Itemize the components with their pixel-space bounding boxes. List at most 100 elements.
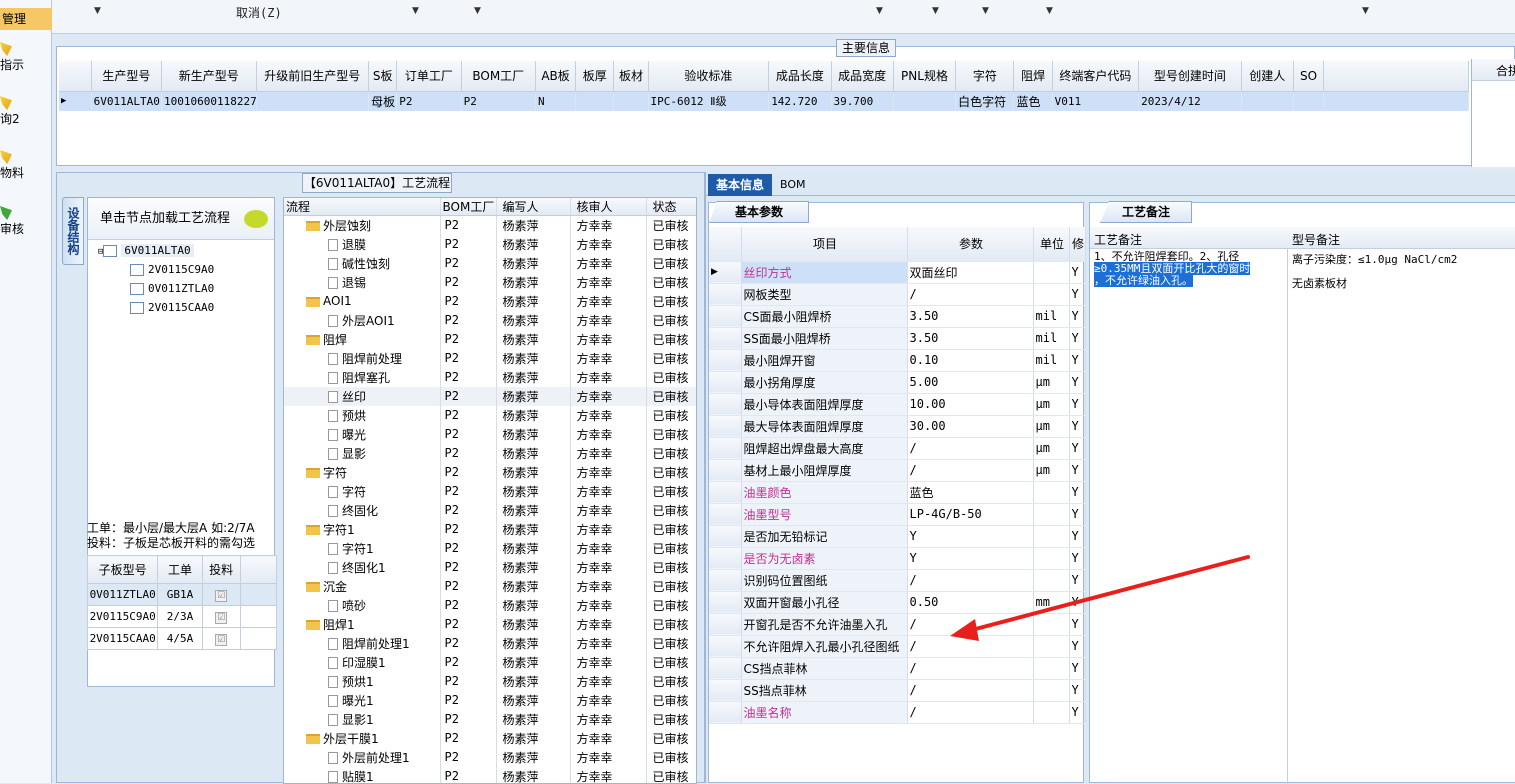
- col-header[interactable]: 订单工厂: [397, 61, 461, 91]
- param-row[interactable]: 最小阻焊开窗0.10milY: [709, 349, 1085, 371]
- table-row[interactable]: 退膜P2杨素萍方幸幸已审核: [284, 235, 696, 254]
- chat-bubble-icon[interactable]: [244, 210, 268, 228]
- tree-node[interactable]: 2V0115C9A0: [130, 263, 214, 276]
- dropdown-arrow-icon[interactable]: ▼: [474, 6, 481, 16]
- table-row[interactable]: 退锡P2杨素萍方幸幸已审核: [284, 273, 696, 292]
- tab-basic-params[interactable]: 基本参数: [709, 201, 809, 223]
- table-row[interactable]: 阻焊前处理1P2杨素萍方幸幸已审核: [284, 634, 696, 653]
- col-header[interactable]: 验收标准: [648, 61, 769, 91]
- table-row[interactable]: 字符1P2杨素萍方幸幸已审核: [284, 520, 696, 539]
- table-row[interactable]: 印湿膜1P2杨素萍方幸幸已审核: [284, 653, 696, 672]
- table-row[interactable]: 预烘1P2杨素萍方幸幸已审核: [284, 672, 696, 691]
- table-row[interactable]: 显影1P2杨素萍方幸幸已审核: [284, 710, 696, 729]
- col-header[interactable]: 成品宽度: [831, 61, 893, 91]
- dropdown-arrow-icon[interactable]: ▼: [1046, 6, 1053, 16]
- table-row[interactable]: 阻焊1P2杨素萍方幸幸已审核: [284, 615, 696, 634]
- col-header[interactable]: 创建人: [1241, 61, 1293, 91]
- tree-node[interactable]: ⊟6V011ALTA0: [98, 244, 194, 257]
- table-row[interactable]: 阻焊P2杨素萍方幸幸已审核: [284, 330, 696, 349]
- model-note-text[interactable]: 离子污染度：≤1.0μg NaCl/cm2 无卤素板材: [1288, 249, 1515, 784]
- table-row[interactable]: 曝光P2杨素萍方幸幸已审核: [284, 425, 696, 444]
- checkbox[interactable]: ☑: [215, 590, 227, 602]
- nav-header[interactable]: 管理: [0, 8, 52, 30]
- param-row[interactable]: SS面最小阻焊桥3.50milY: [709, 327, 1085, 349]
- tree-node[interactable]: 2V0115CAA0: [130, 301, 214, 314]
- param-row[interactable]: 是否加无铅标记YY: [709, 525, 1085, 547]
- param-row[interactable]: 网板类型/Y: [709, 283, 1085, 305]
- nav-item-instruction[interactable]: 指示: [0, 42, 52, 73]
- param-row[interactable]: 阻焊超出焊盘最大高度/μmY: [709, 437, 1085, 459]
- table-row[interactable]: 阻焊塞孔P2杨素萍方幸幸已审核: [284, 368, 696, 387]
- param-row[interactable]: 最小拐角厚度5.00μmY: [709, 371, 1085, 393]
- dropdown-arrow-icon[interactable]: ▼: [932, 6, 939, 16]
- param-row[interactable]: SS挡点菲林/Y: [709, 679, 1085, 701]
- table-row[interactable]: 外层干膜1P2杨素萍方幸幸已审核: [284, 729, 696, 748]
- table-row[interactable]: 外层AOI1P2杨素萍方幸幸已审核: [284, 311, 696, 330]
- param-row[interactable]: 油墨名称/Y: [709, 701, 1085, 723]
- table-row[interactable]: 阻焊前处理P2杨素萍方幸幸已审核: [284, 349, 696, 368]
- param-row[interactable]: 不允许阻焊入孔最小孔径图纸/Y: [709, 635, 1085, 657]
- param-row[interactable]: 油墨颜色蓝色Y: [709, 481, 1085, 503]
- table-row[interactable]: 0V011ZTLA0GB1A☑: [88, 584, 277, 606]
- col-header[interactable]: 生产型号: [91, 61, 161, 91]
- process-note-text[interactable]: 1、不允许阻焊套印。2、孔径 ≥0.35MM且双面开比孔大的窗时 ，不允许绿油入…: [1090, 249, 1288, 784]
- param-row[interactable]: 双面开窗最小孔径0.50mmY: [709, 591, 1085, 613]
- table-row[interactable]: 字符P2杨素萍方幸幸已审核: [284, 463, 696, 482]
- table-row[interactable]: 外层蚀刻P2杨素萍方幸幸已审核: [284, 216, 696, 235]
- col-header[interactable]: S板: [369, 61, 397, 91]
- col-header[interactable]: AB板: [535, 61, 575, 91]
- col-header[interactable]: 型号创建时间: [1139, 61, 1242, 91]
- table-row[interactable]: 字符1P2杨素萍方幸幸已审核: [284, 539, 696, 558]
- dropdown-arrow-icon[interactable]: ▼: [1362, 6, 1369, 16]
- cancel-button[interactable]: 取消(Z): [236, 4, 282, 21]
- table-row[interactable]: 终固化P2杨素萍方幸幸已审核: [284, 501, 696, 520]
- param-row[interactable]: 基材上最小阻焊厚度/μmY: [709, 459, 1085, 481]
- table-row[interactable]: 喷砂P2杨素萍方幸幸已审核: [284, 596, 696, 615]
- checkbox[interactable]: ☑: [215, 634, 227, 646]
- table-row[interactable]: 预烘P2杨素萍方幸幸已审核: [284, 406, 696, 425]
- param-row[interactable]: 油墨型号LP-4G/B-50Y: [709, 503, 1085, 525]
- param-row[interactable]: CS挡点菲林/Y: [709, 657, 1085, 679]
- dropdown-arrow-icon[interactable]: ▼: [876, 6, 883, 16]
- col-header[interactable]: 新生产型号: [162, 61, 257, 91]
- tab-basic-info[interactable]: 基本信息: [708, 174, 772, 196]
- table-row[interactable]: 曝光1P2杨素萍方幸幸已审核: [284, 691, 696, 710]
- tab-equipment-structure[interactable]: 设备结构: [62, 197, 84, 265]
- table-row[interactable]: 显影P2杨素萍方幸幸已审核: [284, 444, 696, 463]
- col-header[interactable]: 板厚: [576, 61, 614, 91]
- table-row[interactable]: 沉金P2杨素萍方幸幸已审核: [284, 577, 696, 596]
- dropdown-arrow-icon[interactable]: ▼: [412, 6, 419, 16]
- param-row[interactable]: 识别码位置图纸/Y: [709, 569, 1085, 591]
- col-header[interactable]: SO: [1293, 61, 1323, 91]
- col-header[interactable]: PNL规格: [893, 61, 955, 91]
- nav-item-review[interactable]: 审核: [0, 206, 52, 237]
- col-header[interactable]: 成品长度: [769, 61, 831, 91]
- tab-process-note[interactable]: 工艺备注: [1100, 201, 1192, 223]
- param-row[interactable]: CS面最小阻焊桥3.50milY: [709, 305, 1085, 327]
- param-row[interactable]: 最小导体表面阻焊厚度10.00μmY: [709, 393, 1085, 415]
- tab-bom[interactable]: BOM: [780, 178, 806, 191]
- table-row[interactable]: 碱性蚀刻P2杨素萍方幸幸已审核: [284, 254, 696, 273]
- col-header[interactable]: BOM工厂: [461, 61, 535, 91]
- table-row[interactable]: AOI1P2杨素萍方幸幸已审核: [284, 292, 696, 311]
- tree-node[interactable]: 0V011ZTLA0: [130, 282, 214, 295]
- table-row[interactable]: 贴膜1P2杨素萍方幸幸已审核: [284, 767, 696, 784]
- table-row[interactable]: 终固化1P2杨素萍方幸幸已审核: [284, 558, 696, 577]
- col-header[interactable]: 字符: [956, 61, 1014, 91]
- col-header[interactable]: 阻焊: [1014, 61, 1052, 91]
- table-row[interactable]: 2V0115C9A02/3A☑: [88, 606, 277, 628]
- nav-item-query[interactable]: 询2: [0, 96, 52, 127]
- table-row[interactable]: 2V0115CAA04/5A☑: [88, 628, 277, 650]
- col-header[interactable]: 升级前旧生产型号: [256, 61, 369, 91]
- table-row[interactable]: 丝印P2杨素萍方幸幸已审核: [284, 387, 696, 406]
- checkbox[interactable]: ☑: [215, 612, 227, 624]
- col-header[interactable]: 板材: [614, 61, 648, 91]
- param-row[interactable]: 是否为无卤素YY: [709, 547, 1085, 569]
- param-row[interactable]: ▶丝印方式双面丝印Y: [709, 261, 1085, 283]
- col-header[interactable]: 终端客户代码: [1052, 61, 1138, 91]
- dropdown-arrow-icon[interactable]: ▼: [94, 6, 101, 16]
- dropdown-arrow-icon[interactable]: ▼: [982, 6, 989, 16]
- table-row[interactable]: 外层前处理1P2杨素萍方幸幸已审核: [284, 748, 696, 767]
- table-row[interactable]: 字符P2杨素萍方幸幸已审核: [284, 482, 696, 501]
- table-row[interactable]: ▶ 6V011ALTA0 10010600118227 母板 P2 P2 N I…: [59, 91, 1469, 111]
